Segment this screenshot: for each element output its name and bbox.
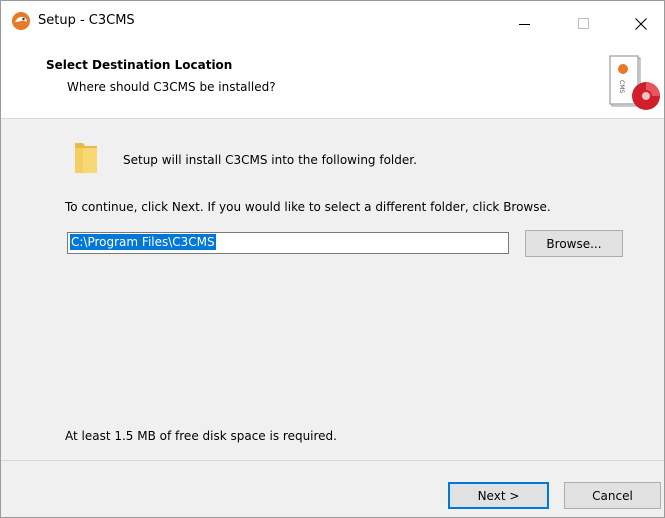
close-button[interactable] xyxy=(618,1,664,46)
maximize-icon xyxy=(578,17,589,29)
disk-space-text: At least 1.5 MB of free disk space is re… xyxy=(65,429,337,443)
minimize-icon xyxy=(519,23,530,25)
browse-button[interactable]: Browse... xyxy=(525,230,623,257)
next-button[interactable]: Next > xyxy=(448,482,549,509)
title-bar[interactable]: Setup - C3CMS xyxy=(1,1,664,46)
minimize-button[interactable] xyxy=(502,1,548,46)
page-title: Select Destination Location xyxy=(46,58,233,72)
svg-text:CMS: CMS xyxy=(618,80,625,93)
path-text: C:\Program Files\C3CMS xyxy=(70,234,216,250)
page-subtitle: Where should C3CMS be installed? xyxy=(67,80,276,94)
footer-divider xyxy=(1,460,664,461)
wizard-header: Select Destination Location Where should… xyxy=(1,46,664,119)
setup-window: Setup - C3CMS Select Destination Locatio… xyxy=(0,0,665,518)
close-icon xyxy=(635,17,647,30)
continue-instructions: To continue, click Next. If you would li… xyxy=(65,200,551,214)
window-title: Setup - C3CMS xyxy=(38,13,135,28)
app-icon xyxy=(11,11,31,31)
cancel-button[interactable]: Cancel xyxy=(564,482,661,509)
c3cms-box-icon: CMS xyxy=(608,54,660,114)
destination-path-input[interactable]: C:\Program Files\C3CMS xyxy=(67,232,509,254)
folder-icon xyxy=(73,139,99,175)
install-folder-text: Setup will install C3CMS into the follow… xyxy=(123,153,417,167)
maximize-button[interactable] xyxy=(561,1,607,46)
